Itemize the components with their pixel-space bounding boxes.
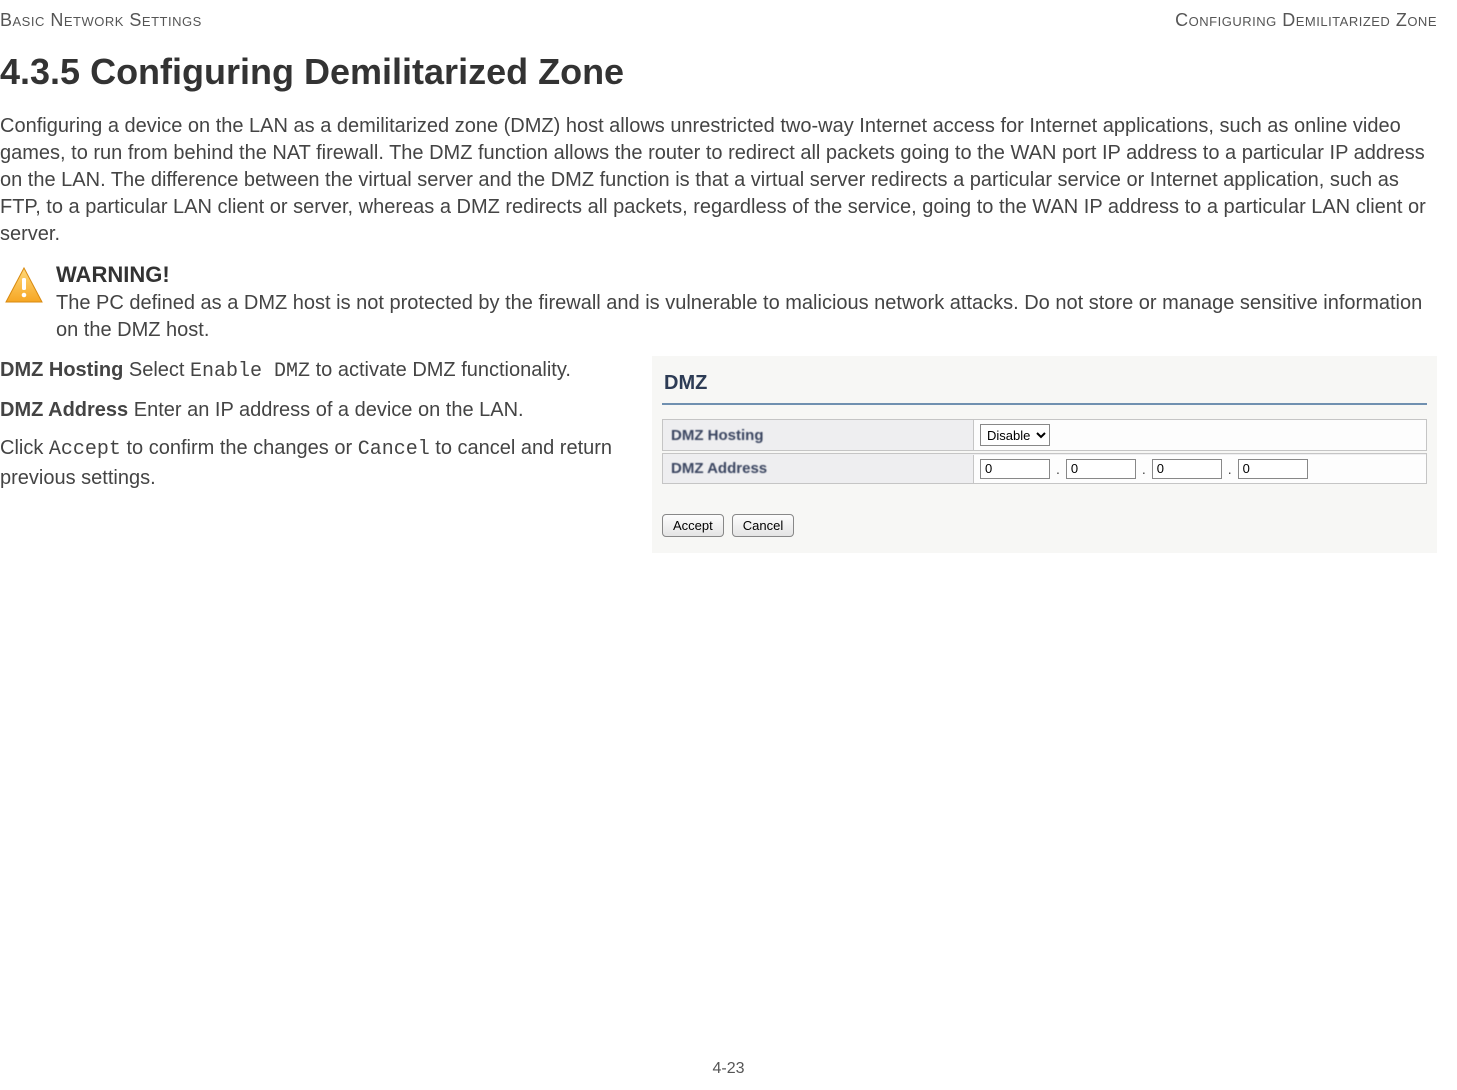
warning-callout: WARNING! The PC defined as a DMZ host is… (0, 262, 1437, 344)
intro-paragraph: Configuring a device on the LAN as a dem… (0, 113, 1437, 248)
dmz-hosting-desc: DMZ Hosting Select Enable DMZ to activat… (0, 356, 640, 386)
panel-title: DMZ (662, 366, 1427, 405)
section-heading: 4.3.5 Configuring Demilitarized Zone (0, 51, 1437, 93)
action-desc: Click Accept to confirm the changes or C… (0, 434, 640, 492)
cancel-button[interactable]: Cancel (732, 514, 794, 537)
page-header: Basic Network Settings Configuring Demil… (0, 10, 1437, 31)
warning-body: The PC defined as a DMZ host is not prot… (56, 290, 1437, 344)
accept-code: Accept (49, 438, 121, 461)
field-descriptions: DMZ Hosting Select Enable DMZ to activat… (0, 356, 640, 502)
header-right: Configuring Demilitarized Zone (1175, 10, 1437, 31)
accept-button[interactable]: Accept (662, 514, 724, 537)
dmz-address-label: DMZ Address (0, 399, 128, 421)
ip-octet-2[interactable] (1066, 459, 1136, 479)
dot-icon: . (1140, 461, 1148, 477)
dot-icon: . (1226, 461, 1234, 477)
warning-title: WARNING! (56, 262, 1437, 288)
dmz-config-panel: DMZ DMZ Hosting Disable DMZ Address . . … (652, 356, 1437, 553)
ip-octet-3[interactable] (1152, 459, 1222, 479)
enable-dmz-code: Enable DMZ (190, 360, 310, 383)
dmz-hosting-row-label: DMZ Hosting (663, 421, 973, 450)
page-number: 4-23 (0, 1060, 1457, 1078)
dot-icon: . (1054, 461, 1062, 477)
ip-octet-1[interactable] (980, 459, 1050, 479)
dmz-address-row: DMZ Address . . . (662, 453, 1427, 484)
dmz-hosting-select[interactable]: Disable (980, 424, 1050, 446)
dmz-hosting-row: DMZ Hosting Disable (662, 419, 1427, 451)
cancel-code: Cancel (358, 438, 430, 461)
dmz-hosting-label: DMZ Hosting (0, 359, 123, 381)
warning-icon (0, 262, 48, 310)
ip-octet-4[interactable] (1238, 459, 1308, 479)
header-left: Basic Network Settings (0, 10, 202, 31)
dmz-address-desc: DMZ Address Enter an IP address of a dev… (0, 396, 640, 424)
dmz-address-row-label: DMZ Address (663, 454, 973, 483)
